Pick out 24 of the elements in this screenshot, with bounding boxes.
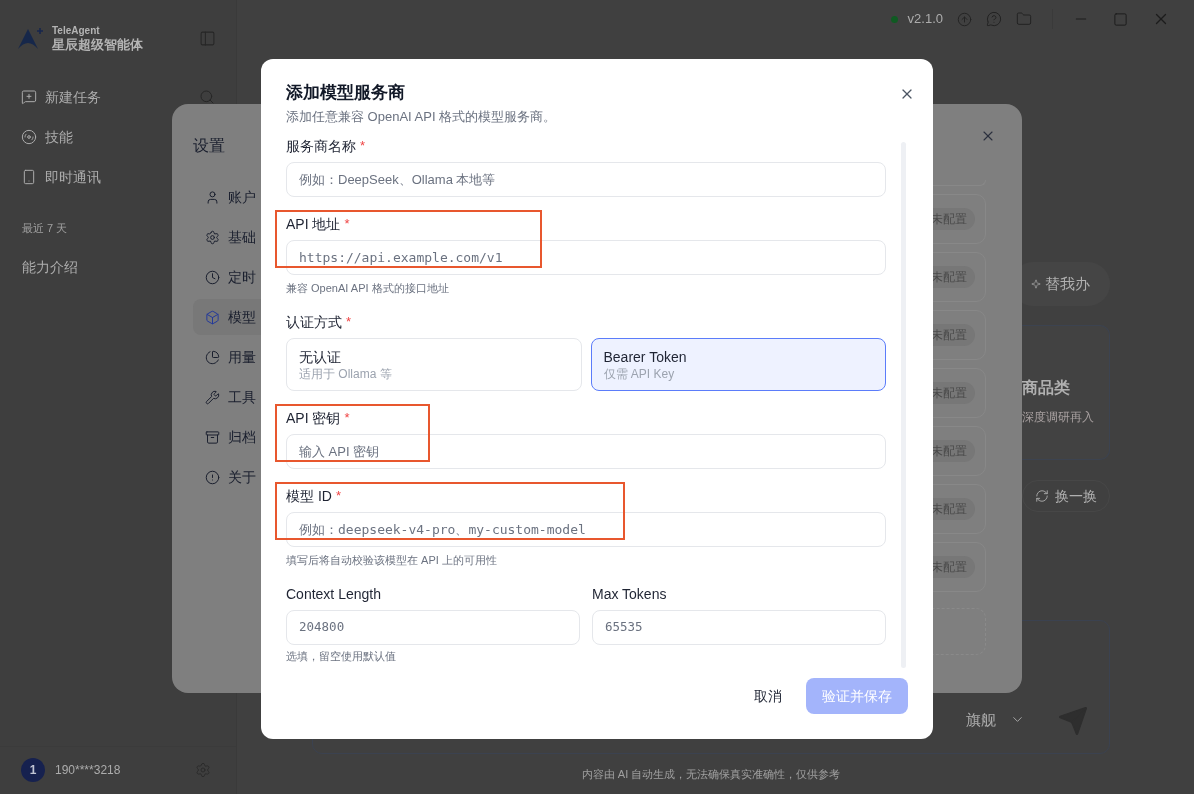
field-label: Context Length — [286, 584, 381, 604]
required-mark: * — [360, 137, 366, 156]
user-name: 190****3218 — [55, 761, 121, 779]
field-label: 服务商名称 — [286, 136, 356, 156]
section-title: 最近 7 天 — [21, 221, 69, 236]
required-mark: * — [344, 409, 350, 428]
field-label: 模型 ID — [286, 486, 332, 506]
disclaimer-text: 内容由 AI 自动生成，无法确保真实准确性，仅供参考 — [581, 766, 841, 782]
dialog-subtitle: 添加任意兼容 OpenAI API 格式的模型服务商。 — [286, 108, 557, 126]
app-name: 星辰超级智能体 — [52, 38, 143, 51]
dialog-title: 添加模型服务商 — [286, 82, 405, 104]
field-label: API 地址 — [286, 214, 341, 234]
brand-text: TeleAgent — [52, 26, 101, 36]
hint-text: 兼容 OpenAI API 格式的接口地址 — [286, 281, 450, 295]
hint-text: 选填，留空使用默认值 — [286, 649, 397, 663]
field-label: API 密钥 — [286, 408, 341, 428]
settings-title: 设置 — [193, 136, 225, 156]
required-mark: * — [346, 313, 352, 332]
field-label: 认证方式 — [286, 312, 342, 332]
hint-text: 填写后将自动校验该模型在 API 上的可用性 — [286, 553, 498, 567]
required-mark: * — [335, 487, 341, 506]
required-mark: * — [344, 215, 350, 234]
version-text: v2.1.0 — [907, 10, 943, 29]
field-label: Max Tokens — [592, 584, 667, 604]
